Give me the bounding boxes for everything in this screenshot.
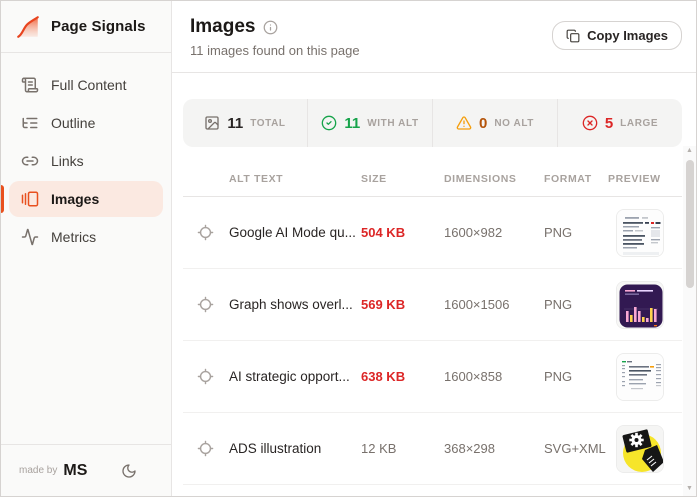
image-alt-text: AI strategic opport... — [229, 368, 350, 384]
locate-image-button[interactable] — [197, 224, 214, 241]
alert-triangle-icon — [456, 116, 472, 130]
image-dimensions: 1600×858 — [444, 368, 503, 384]
image-size: 638 KB — [361, 368, 406, 384]
image-size: 12 KB — [361, 440, 397, 456]
image-alt-text: Google AI Mode qu... — [229, 224, 356, 240]
page-signals-popup: Page Signals Full Content Outline Links … — [0, 0, 697, 497]
images-count-subtitle: 11 images found on this page — [190, 43, 360, 58]
sidebar-item-images[interactable]: Images — [1, 181, 163, 217]
stat-large: 5 LARGE — [557, 99, 682, 147]
sidebar-item-label: Images — [51, 191, 100, 207]
main-panel: Images 11 images found on this page Copy… — [172, 1, 696, 496]
sidebar-item-metrics[interactable]: Metrics — [9, 219, 163, 255]
scroll-text-icon — [21, 77, 39, 93]
stat-with-alt: 11 WITH ALT — [307, 99, 432, 147]
locate-icon — [197, 440, 214, 457]
stat-total-value: 11 — [227, 114, 244, 132]
made-by-label: made by — [19, 465, 58, 476]
preview-thumbnail[interactable] — [616, 208, 664, 257]
activity-icon — [21, 228, 39, 246]
gallery-icon — [21, 191, 39, 207]
image-icon — [205, 116, 220, 130]
column-header-format: FORMAT — [544, 172, 592, 185]
list-tree-icon — [22, 117, 38, 129]
vertical-scrollbar[interactable]: ▲ ▼ — [683, 146, 696, 496]
image-dimensions: 368×298 — [444, 440, 495, 456]
app-title: Page Signals — [51, 18, 146, 35]
sidebar-nav: Full Content Outline Links Images Metric… — [1, 53, 171, 444]
locate-icon — [197, 224, 214, 241]
image-dimensions: 1600×1506 — [444, 296, 510, 312]
sidebar-header: Page Signals — [1, 1, 171, 53]
table-row[interactable]: AI strategic opport... 638 KB 1600×858 P… — [183, 341, 682, 413]
image-size: 569 KB — [361, 296, 406, 312]
table-row[interactable]: Graph shows overl... 569 KB 1600×1506 PN… — [183, 269, 682, 341]
image-format: PNG — [544, 296, 573, 312]
signal-chart-icon — [17, 15, 39, 38]
scrollbar-track[interactable] — [683, 158, 696, 484]
table-row[interactable]: ADS illustration 12 KB 368×298 SVG+XML — [183, 413, 682, 485]
copy-images-label: Copy Images — [587, 28, 668, 43]
scrollbar-thumb[interactable] — [685, 160, 694, 288]
sidebar-item-label: Outline — [51, 115, 96, 131]
info-icon[interactable] — [263, 20, 278, 35]
stat-total-label: TOTAL — [250, 117, 286, 129]
image-alt-text: Graph shows overl... — [229, 296, 353, 312]
preview-thumbnail[interactable] — [616, 424, 664, 473]
stat-no-alt: 0 NO ALT — [432, 99, 557, 147]
main-header: Images 11 images found on this page Copy… — [172, 1, 696, 73]
copy-icon — [566, 29, 580, 42]
table-row[interactable]: Google AI Mode qu... 504 KB 1600×982 PNG — [183, 197, 682, 269]
sidebar-item-full-content[interactable]: Full Content — [9, 67, 163, 103]
page-title: Images — [190, 16, 256, 37]
scroll-up-arrow-icon[interactable]: ▲ — [686, 146, 693, 158]
stat-no-alt-value: 0 — [478, 114, 488, 132]
stat-with-alt-value: 11 — [344, 114, 361, 132]
preview-thumbnail[interactable] — [616, 280, 664, 329]
images-table: ALT TEXT SIZE DIMENSIONS FORMAT PREVIEW … — [183, 161, 682, 485]
column-header-preview: PREVIEW — [608, 172, 661, 185]
image-size: 504 KB — [361, 224, 406, 240]
sidebar-item-label: Metrics — [51, 229, 97, 245]
locate-image-button[interactable] — [197, 296, 214, 313]
image-alt-text: ADS illustration — [229, 440, 322, 456]
stat-large-value: 5 — [604, 114, 614, 132]
column-header-dimensions: DIMENSIONS — [444, 172, 517, 185]
image-format: PNG — [544, 368, 573, 384]
preview-thumbnail[interactable] — [616, 352, 664, 401]
image-stats-bar: 11 TOTAL 11 WITH ALT 0 NO ALT 5 LARGE — [183, 99, 682, 147]
x-circle-icon — [582, 115, 598, 131]
author-initials: MS — [63, 461, 88, 479]
stat-no-alt-label: NO ALT — [494, 117, 535, 129]
images-content: 11 TOTAL 11 WITH ALT 0 NO ALT 5 LARGE AL… — [172, 73, 696, 496]
stat-large-label: LARGE — [620, 117, 659, 129]
sidebar: Page Signals Full Content Outline Links … — [1, 1, 172, 496]
table-header-row: ALT TEXT SIZE DIMENSIONS FORMAT PREVIEW — [183, 161, 682, 197]
stat-total: 11 TOTAL — [183, 99, 307, 147]
link-icon — [21, 156, 39, 166]
column-header-alt-text: ALT TEXT — [229, 172, 284, 185]
locate-image-button[interactable] — [197, 368, 214, 385]
check-circle-icon — [322, 115, 337, 131]
sidebar-item-links[interactable]: Links — [9, 143, 163, 179]
locate-icon — [197, 368, 214, 385]
image-format: SVG+XML — [544, 440, 606, 456]
stat-with-alt-label: WITH ALT — [367, 117, 419, 129]
locate-image-button[interactable] — [197, 440, 214, 457]
column-header-size: SIZE — [361, 172, 387, 185]
sidebar-item-outline[interactable]: Outline — [9, 105, 163, 141]
moon-icon — [122, 463, 136, 478]
image-format: PNG — [544, 224, 573, 240]
sidebar-footer: made by MS — [1, 444, 171, 496]
copy-images-button[interactable]: Copy Images — [552, 21, 682, 50]
locate-icon — [197, 296, 214, 313]
sidebar-item-label: Full Content — [51, 77, 127, 93]
theme-toggle-button[interactable] — [121, 463, 137, 479]
image-dimensions: 1600×982 — [444, 224, 503, 240]
scroll-down-arrow-icon[interactable]: ▼ — [686, 484, 693, 496]
sidebar-item-label: Links — [51, 153, 84, 169]
